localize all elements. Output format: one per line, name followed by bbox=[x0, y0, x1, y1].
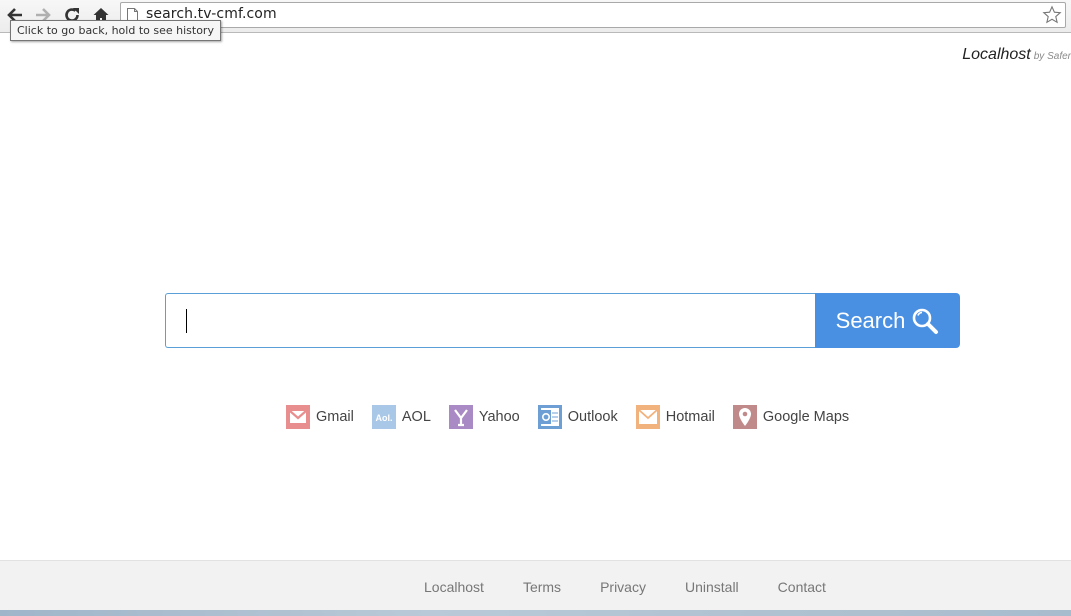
taskbar-edge bbox=[0, 610, 1071, 616]
quick-link-label: Gmail bbox=[316, 409, 354, 425]
brand-logo: Localhost by Safer bbox=[962, 46, 1071, 64]
address-bar[interactable]: search.tv-cmf.com bbox=[120, 2, 1066, 28]
quick-link-hotmail[interactable]: Hotmail bbox=[635, 405, 715, 429]
footer-link-privacy[interactable]: Privacy bbox=[600, 579, 646, 595]
brand-by-text: by Safer bbox=[1033, 51, 1071, 62]
quick-link-yahoo[interactable]: Yahoo bbox=[448, 405, 520, 429]
bookmark-star-icon[interactable] bbox=[1042, 5, 1062, 25]
search-button-label: Search bbox=[835, 307, 906, 333]
hotmail-icon bbox=[635, 405, 660, 429]
gmail-icon bbox=[286, 405, 310, 429]
search-input-container[interactable] bbox=[165, 293, 815, 348]
yahoo-icon bbox=[448, 405, 473, 429]
quick-link-label: Yahoo bbox=[478, 409, 520, 425]
footer-link-uninstall[interactable]: Uninstall bbox=[685, 579, 739, 595]
search-icon bbox=[913, 308, 939, 334]
quick-links: Gmail Aol. AOL Yahoo Outlook Hotmail Goo… bbox=[286, 405, 849, 429]
footer: Localhost Terms Privacy Uninstall Contac… bbox=[0, 560, 1071, 616]
footer-link-terms[interactable]: Terms bbox=[523, 579, 561, 595]
quick-link-gmail[interactable]: Gmail bbox=[286, 405, 354, 429]
search-button[interactable]: Search bbox=[815, 293, 960, 348]
google-maps-icon bbox=[732, 405, 757, 429]
quick-link-label: Outlook bbox=[567, 409, 618, 425]
quick-link-label: AOL bbox=[401, 409, 431, 425]
search-input[interactable] bbox=[166, 294, 815, 347]
footer-link-contact[interactable]: Contact bbox=[778, 579, 826, 595]
text-caret bbox=[186, 309, 187, 333]
quick-link-label: Google Maps bbox=[762, 409, 850, 425]
quick-link-google-maps[interactable]: Google Maps bbox=[732, 405, 850, 429]
browser-toolbar: search.tv-cmf.com Click to go back, hold… bbox=[0, 0, 1071, 41]
svg-text:Aol.: Aol. bbox=[375, 413, 392, 423]
quick-link-outlook[interactable]: Outlook bbox=[537, 405, 618, 429]
quick-link-aol[interactable]: Aol. AOL bbox=[371, 405, 431, 429]
footer-links: Localhost Terms Privacy Uninstall Contac… bbox=[424, 579, 826, 595]
aol-icon: Aol. bbox=[371, 405, 396, 429]
footer-link-localhost[interactable]: Localhost bbox=[424, 579, 484, 595]
brand-name: Localhost bbox=[962, 46, 1031, 63]
quick-link-label: Hotmail bbox=[665, 409, 715, 425]
outlook-icon bbox=[537, 405, 562, 429]
back-button-tooltip: Click to go back, hold to see history bbox=[10, 20, 221, 41]
